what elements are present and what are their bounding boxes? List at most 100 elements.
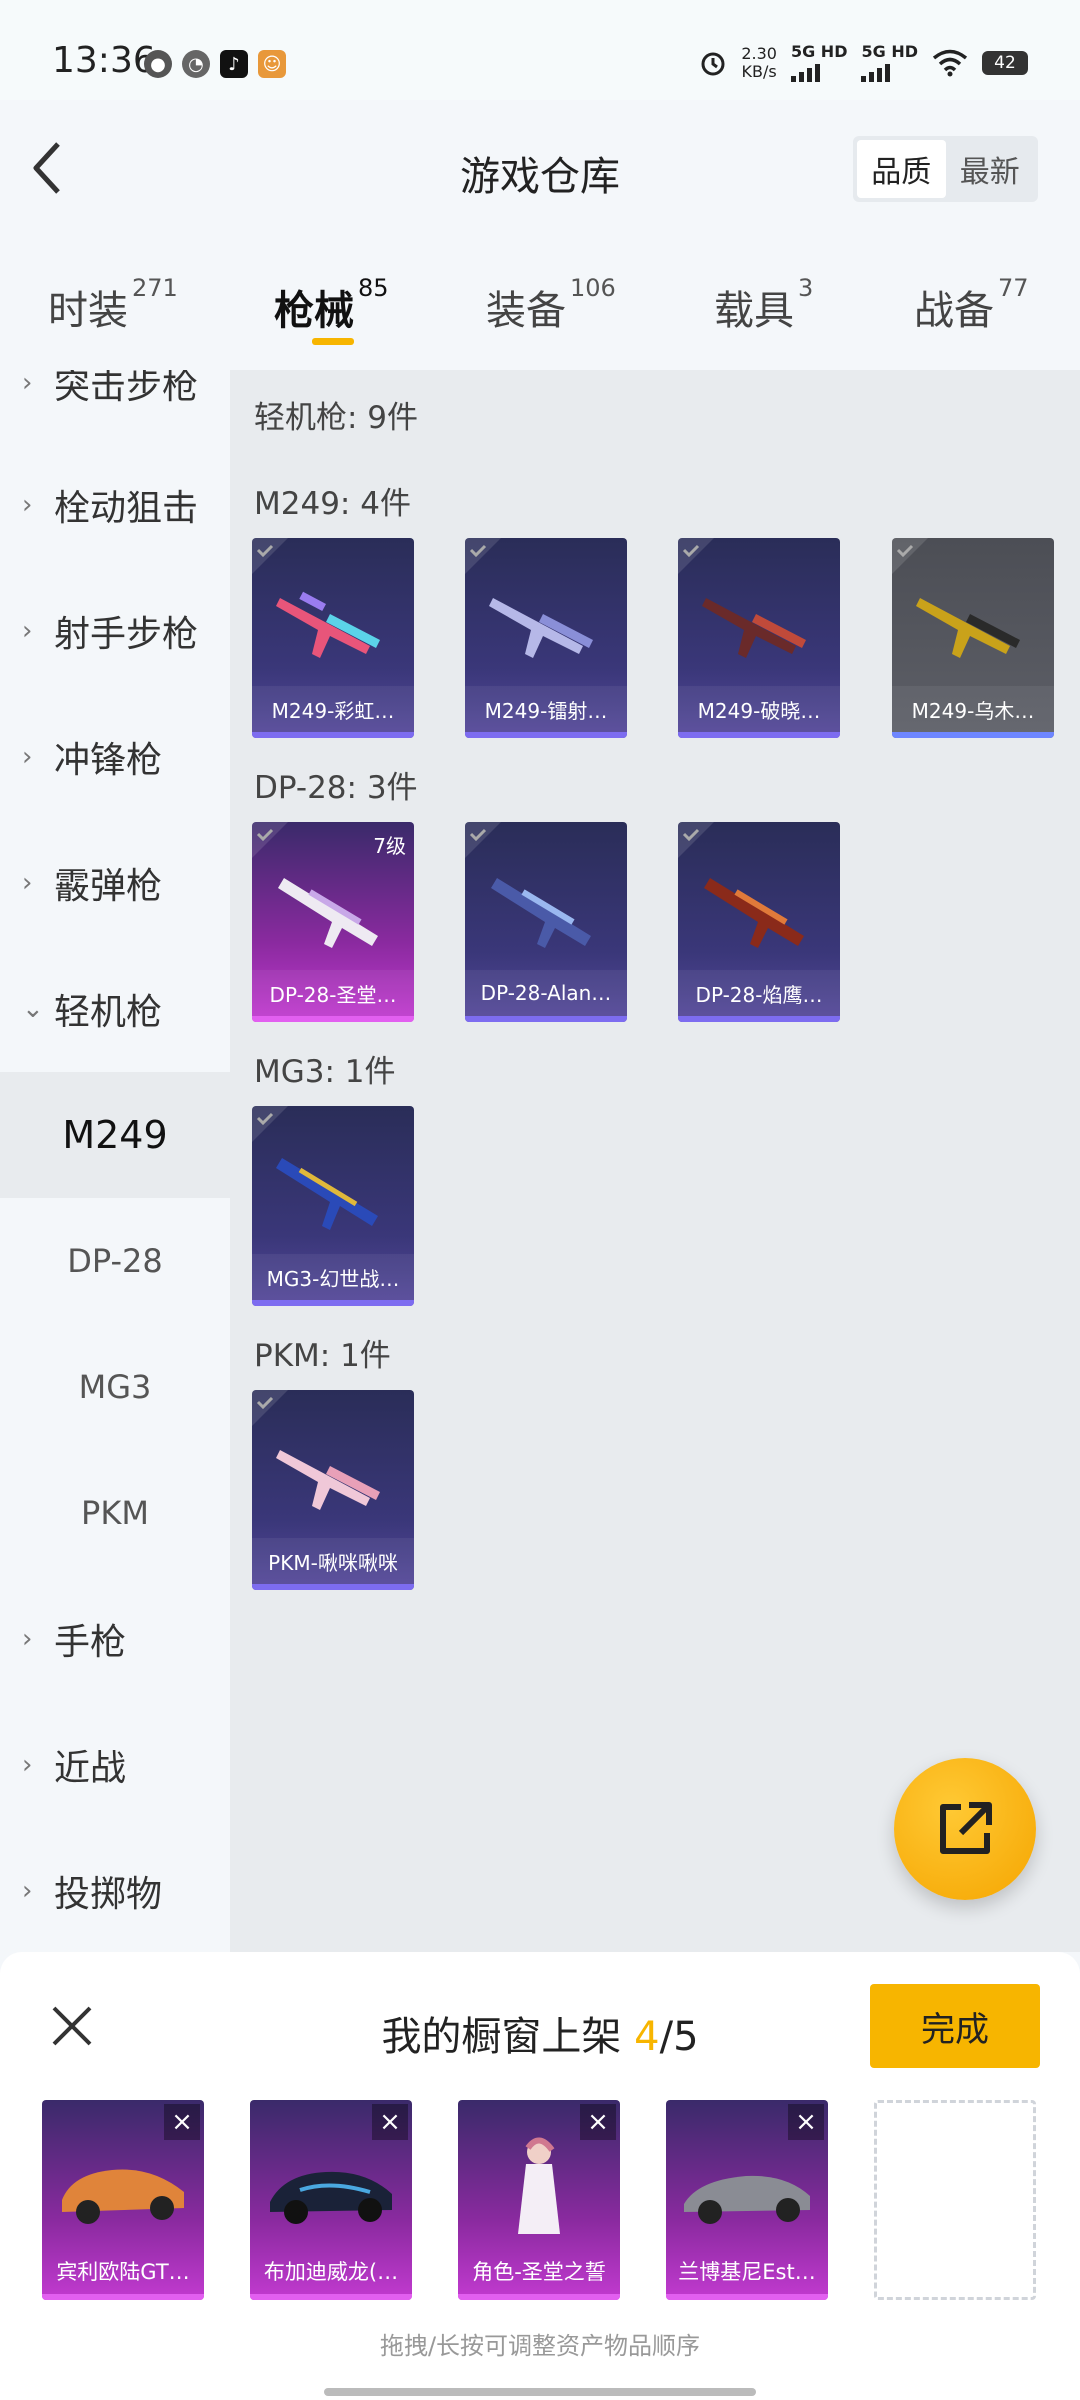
- weapon-card[interactable]: PKM-啾咪啾咪: [252, 1390, 414, 1590]
- quality-strip: [252, 1300, 414, 1306]
- tab-fashion[interactable]: 时装 271: [48, 274, 178, 336]
- weapon-category-sidebar: › 突击步枪 › 栓动狙击 › 射手步枪 › 冲锋枪 › 霰弹枪 ⌄ 轻机枪 M249 DP…: [0, 370, 230, 1952]
- showcase-slot[interactable]: × 布加迪威龙(…: [250, 2100, 412, 2300]
- character-avatar-icon: [518, 2137, 560, 2234]
- weapon-card[interactable]: M249-彩虹…: [252, 538, 414, 738]
- showcase-slot[interactable]: × 宾利欧陆GT…: [42, 2100, 204, 2300]
- showcase-slot[interactable]: × 角色-圣堂之誓: [458, 2100, 620, 2300]
- showcase-slot[interactable]: × 兰博基尼Est…: [666, 2100, 828, 2300]
- tab-equipment[interactable]: 装备 106: [486, 274, 616, 336]
- sort-latest-button[interactable]: 最新: [946, 140, 1035, 198]
- sidebar-subitem-pkm[interactable]: PKM: [0, 1450, 230, 1576]
- reorder-hint: 拖拽/长按可调整资产物品顺序: [379, 2332, 701, 2360]
- remove-slot-button[interactable]: ×: [164, 2104, 200, 2140]
- sidebar-subitem-m249[interactable]: M249: [0, 1072, 230, 1198]
- sidebar-item-marksman-rifle[interactable]: › 射手步枪: [0, 568, 230, 694]
- game-app-icon: ☺: [258, 50, 286, 78]
- sort-quality-button[interactable]: 品质: [857, 140, 946, 198]
- weapon-name: M249-乌木…: [892, 686, 1054, 732]
- weapon-name: MG3-幻世战…: [252, 1254, 414, 1300]
- weapon-card[interactable]: DP-28-Alan…: [465, 822, 627, 1022]
- quality-strip: [252, 1584, 414, 1590]
- status-right: 2.30 KB/s 5G HD 5G HD 42: [699, 44, 1028, 82]
- chevron-right-icon: ›: [22, 1624, 33, 1654]
- slot-name: 兰博基尼Est…: [678, 2260, 816, 2284]
- slot-name: 布加迪威龙(…: [263, 2260, 399, 2284]
- chevron-right-icon: ›: [22, 868, 33, 898]
- section-title-mg3: MG3: 1件: [254, 1054, 396, 1090]
- quality-strip: [250, 2294, 412, 2300]
- rifle-holy-icon: [278, 878, 378, 948]
- chevron-right-icon: ›: [22, 370, 33, 398]
- sidebar-subitem-mg3[interactable]: MG3: [0, 1324, 230, 1450]
- external-link-icon: [940, 1802, 992, 1854]
- weapon-grid: 轻机枪: 9件 M249: 4件 M249-彩虹… M249-镭射… M249-…: [230, 370, 1080, 1952]
- section-title-dp28: DP-28: 3件: [254, 770, 418, 806]
- wifi-icon: [932, 49, 968, 77]
- quality-strip: [465, 1016, 627, 1022]
- chevron-down-icon: ⌄: [22, 994, 44, 1024]
- sidebar-item-pistol[interactable]: › 手枪: [0, 1576, 230, 1702]
- sidebar-item-shotgun[interactable]: › 霰弹枪: [0, 820, 230, 946]
- weapon-name: DP-28-圣堂…: [252, 970, 414, 1016]
- weapon-card[interactable]: MG3-幻世战…: [252, 1106, 414, 1306]
- remove-slot-button[interactable]: ×: [372, 2104, 408, 2140]
- battery-icon: 42: [982, 51, 1028, 75]
- rifle-alan-icon: [491, 878, 591, 948]
- weapon-card[interactable]: M249-乌木…: [892, 538, 1054, 738]
- quality-strip: [42, 2294, 204, 2300]
- quality-strip: [678, 732, 840, 738]
- weapon-name: M249-镭射…: [465, 686, 627, 732]
- rifle-pink-icon: [276, 1450, 380, 1510]
- weapon-name: DP-28-焰鹰…: [678, 970, 840, 1016]
- remove-slot-button[interactable]: ×: [580, 2104, 616, 2140]
- chevron-right-icon: ›: [22, 1876, 33, 1906]
- weapon-card[interactable]: M249-破晓…: [678, 538, 840, 738]
- sidebar-item-melee[interactable]: › 近战: [0, 1702, 230, 1828]
- weapon-name: DP-28-Alan…: [465, 970, 627, 1016]
- weapon-card[interactable]: M249-镭射…: [465, 538, 627, 738]
- notification-icons: ● ◔ ♪ ☺: [144, 50, 286, 78]
- quality-strip: [252, 732, 414, 738]
- remove-slot-button[interactable]: ×: [788, 2104, 824, 2140]
- weapon-card[interactable]: 7级 DP-28-圣堂…: [252, 822, 414, 1022]
- slot-name: 宾利欧陆GT…: [56, 2260, 190, 2284]
- signal-bars-icon: [790, 62, 848, 82]
- home-indicator[interactable]: [324, 2388, 756, 2396]
- alarm-icon: [701, 52, 725, 76]
- quality-strip: [465, 732, 627, 738]
- sidebar-item-smg[interactable]: › 冲锋枪: [0, 694, 230, 820]
- section-title-m249: M249: 4件: [254, 486, 411, 522]
- tab-vehicles[interactable]: 载具 3: [714, 274, 813, 336]
- signal-2: 5G HD: [861, 44, 918, 82]
- tab-firearms[interactable]: 枪械 85: [274, 274, 389, 336]
- chevron-right-icon: ›: [22, 742, 33, 772]
- category-title: 轻机枪: 9件: [254, 400, 419, 436]
- slot-name: 角色-圣堂之誓: [472, 2260, 606, 2284]
- wechat-icon: ●: [144, 50, 172, 78]
- sidebar-item-lmg[interactable]: ⌄ 轻机枪: [0, 946, 230, 1072]
- chevron-right-icon: ›: [22, 616, 33, 646]
- sidebar-subitem-dp28[interactable]: DP-28: [0, 1198, 230, 1324]
- rifle-ebony-icon: [916, 598, 1020, 658]
- tiktok-icon: ♪: [220, 50, 248, 78]
- rifle-dawn-icon: [702, 598, 806, 658]
- weapon-card[interactable]: DP-28-焰鹰…: [678, 822, 840, 1022]
- share-button[interactable]: [894, 1758, 1036, 1900]
- tab-supplies[interactable]: 战备 77: [914, 274, 1029, 336]
- status-bar: 13:36 ● ◔ ♪ ☺ 2.30 KB/s 5G HD 5G HD 42: [0, 0, 1080, 100]
- speedometer-icon: ◔: [182, 50, 210, 78]
- quality-strip: [678, 1016, 840, 1022]
- sidebar-item-bolt-sniper[interactable]: › 栓动狙击: [0, 442, 230, 568]
- done-button[interactable]: 完成: [870, 1984, 1040, 2068]
- car-bugatti-icon: [270, 2171, 392, 2224]
- sidebar-item-throwable[interactable]: › 投掷物: [0, 1828, 230, 1952]
- empty-showcase-slot[interactable]: [874, 2100, 1036, 2300]
- status-time: 13:36: [52, 40, 156, 81]
- sort-toggle: 品质 最新: [853, 136, 1038, 202]
- rifle-fantasy-icon: [276, 1158, 378, 1230]
- chevron-right-icon: ›: [22, 1750, 33, 1780]
- active-tab-indicator: [312, 338, 354, 345]
- weapon-name: M249-破晓…: [678, 686, 840, 732]
- sidebar-item-assault-rifle[interactable]: › 突击步枪: [0, 370, 230, 446]
